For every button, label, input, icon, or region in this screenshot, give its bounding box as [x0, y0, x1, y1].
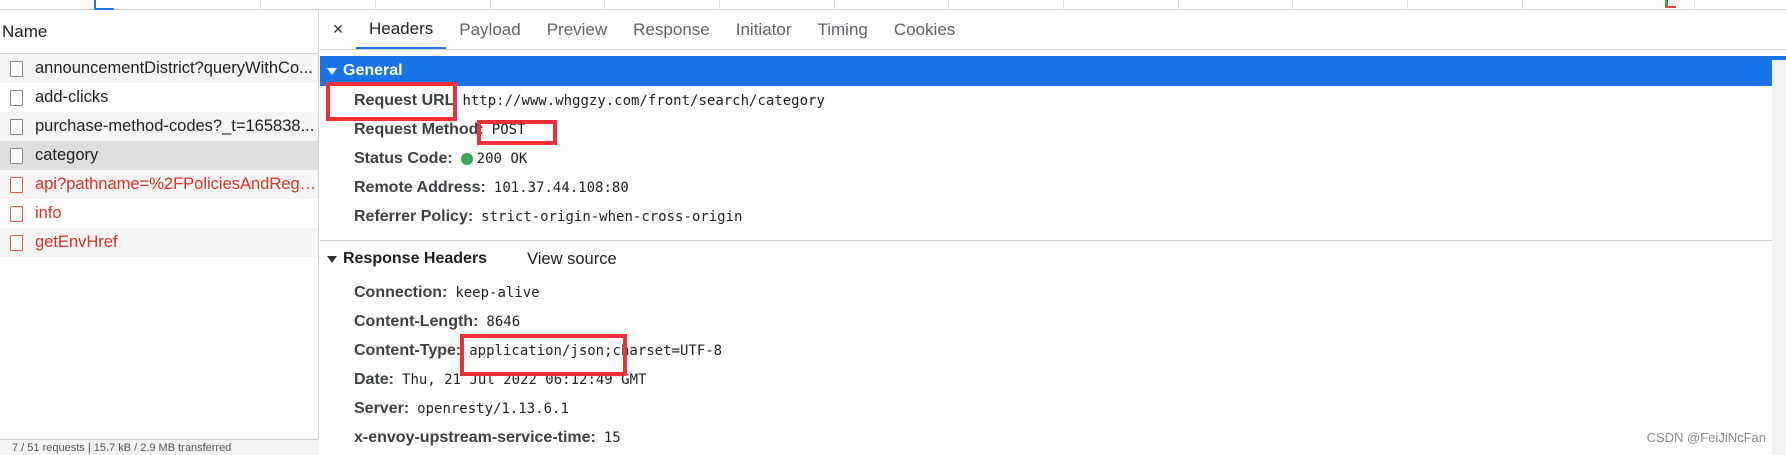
- general-row-referrer-policy: Referrer Policy: strict-origin-when-cros…: [320, 203, 1786, 232]
- request-list-pane: Name announcementDistrict?queryWithCo...…: [0, 10, 319, 455]
- request-name: getEnvHref: [35, 233, 118, 251]
- details-tab-bar: × Headers Payload Preview Response Initi…: [320, 10, 1786, 50]
- request-row[interactable]: info: [0, 199, 318, 228]
- document-icon: [10, 89, 23, 106]
- timeline-tick: [375, 0, 376, 10]
- timeline-tick: [1522, 0, 1523, 10]
- timeline-request-bar: [1660, 0, 1676, 10]
- request-name: api?pathname=%2FPoliciesAndRegu...: [35, 175, 318, 193]
- header-value[interactable]: strict-origin-when-cross-origin: [481, 209, 742, 225]
- vertical-scrollbar[interactable]: [1772, 60, 1786, 455]
- request-row[interactable]: add-clicks: [0, 83, 318, 112]
- header-value[interactable]: keep-alive: [455, 285, 539, 301]
- tab-payload[interactable]: Payload: [446, 10, 533, 49]
- tab-timing[interactable]: Timing: [804, 10, 880, 49]
- response-row-envoy-time: x-envoy-upstream-service-time: 15: [320, 424, 1786, 453]
- header-value[interactable]: 15: [604, 430, 621, 446]
- timeline-tick: [1178, 0, 1179, 10]
- timeline-tick: [948, 0, 949, 10]
- general-row-request-url: Request URL http://www.whggzy.com/front/…: [320, 86, 1786, 115]
- document-icon: [10, 118, 23, 135]
- view-source-link[interactable]: View source: [527, 250, 617, 269]
- header-key: x-envoy-upstream-service-time:: [354, 429, 596, 447]
- timeline-tick: [1063, 0, 1064, 10]
- response-row-server: Server: openresty/1.13.6.1: [320, 395, 1786, 424]
- tab-response[interactable]: Response: [620, 10, 723, 49]
- request-row[interactable]: purchase-method-codes?_t=165838...: [0, 112, 318, 141]
- caret-down-icon: [327, 67, 337, 75]
- document-icon: [10, 205, 23, 222]
- document-icon: [10, 147, 23, 164]
- request-row[interactable]: announcementDistrict?queryWithCo...: [0, 54, 318, 83]
- response-headers-section-header[interactable]: Response Headers View source: [320, 239, 1786, 278]
- timeline-tick: [490, 0, 491, 10]
- tab-preview[interactable]: Preview: [534, 10, 620, 49]
- general-section-header[interactable]: General: [320, 56, 1786, 86]
- document-icon: [10, 60, 23, 77]
- highlight-box-content-type: [460, 334, 627, 376]
- general-section-title: General: [343, 62, 403, 79]
- request-name: add-clicks: [35, 88, 109, 106]
- general-row-status-code: Status Code: 200 OK: [320, 144, 1786, 173]
- header-key: Connection:: [354, 283, 448, 301]
- request-row[interactable]: category: [0, 141, 318, 170]
- request-name: category: [35, 146, 99, 164]
- timeline-overview[interactable]: [0, 0, 1786, 10]
- request-name: info: [35, 204, 62, 222]
- header-key: Content-Length:: [354, 312, 479, 330]
- highlight-box-request-url: [326, 82, 457, 121]
- header-value[interactable]: openresty/1.13.6.1: [417, 401, 569, 417]
- header-value[interactable]: 8646: [486, 314, 520, 330]
- response-headers-title: Response Headers: [343, 250, 488, 268]
- close-icon[interactable]: ×: [320, 10, 356, 49]
- timeline-range-marker: [94, 0, 114, 10]
- tab-cookies[interactable]: Cookies: [881, 10, 968, 49]
- name-column-header[interactable]: Name: [0, 10, 318, 54]
- timeline-tick: [1407, 0, 1408, 10]
- header-key: Referrer Policy:: [354, 208, 474, 226]
- header-key: Request Method:: [354, 120, 484, 138]
- document-icon: [10, 176, 23, 193]
- request-details-pane: × Headers Payload Preview Response Initi…: [320, 10, 1786, 455]
- general-section-body: Request URL http://www.whggzy.com/front/…: [320, 86, 1786, 232]
- header-key: Status Code:: [354, 149, 453, 167]
- request-row[interactable]: getEnvHref: [0, 228, 318, 257]
- watermark-text: CSDN @FeiJiNcFan: [1646, 430, 1766, 445]
- timeline-tick: [719, 0, 720, 10]
- header-value[interactable]: 101.37.44.108:80: [494, 180, 629, 196]
- general-row-remote-address: Remote Address: 101.37.44.108:80: [320, 174, 1786, 203]
- request-name: purchase-method-codes?_t=165838...: [35, 117, 315, 135]
- tab-headers[interactable]: Headers: [356, 10, 447, 49]
- header-value[interactable]: http://www.whggzy.com/front/search/categ…: [462, 93, 824, 109]
- header-key: Server:: [354, 400, 410, 418]
- response-row-content-length: Content-Length: 8646: [320, 307, 1786, 336]
- response-row-connection: Connection: keep-alive: [320, 278, 1786, 307]
- header-key: Remote Address:: [354, 179, 486, 197]
- caret-down-icon: [327, 255, 337, 263]
- timeline-tick: [1694, 0, 1695, 10]
- timeline-tick: [260, 0, 261, 10]
- list-summary-footer: 7 / 51 requests | 15.7 kB / 2.9 MB trans…: [0, 439, 319, 455]
- request-row[interactable]: api?pathname=%2FPoliciesAndRegu...: [0, 170, 318, 199]
- document-icon: [10, 234, 23, 251]
- timeline-tick: [604, 0, 605, 10]
- timeline-tick: [1292, 0, 1293, 10]
- header-value[interactable]: 200 OK: [477, 151, 528, 167]
- highlight-box-method: [477, 120, 557, 145]
- timeline-tick: [834, 0, 835, 10]
- tab-initiator[interactable]: Initiator: [723, 10, 805, 49]
- request-list: announcementDistrict?queryWithCo... add-c…: [0, 54, 318, 257]
- status-ok-icon: [460, 152, 473, 165]
- header-key: Date:: [354, 371, 395, 389]
- request-name: announcementDistrict?queryWithCo...: [35, 59, 313, 77]
- header-key: Content-Type:: [354, 341, 462, 359]
